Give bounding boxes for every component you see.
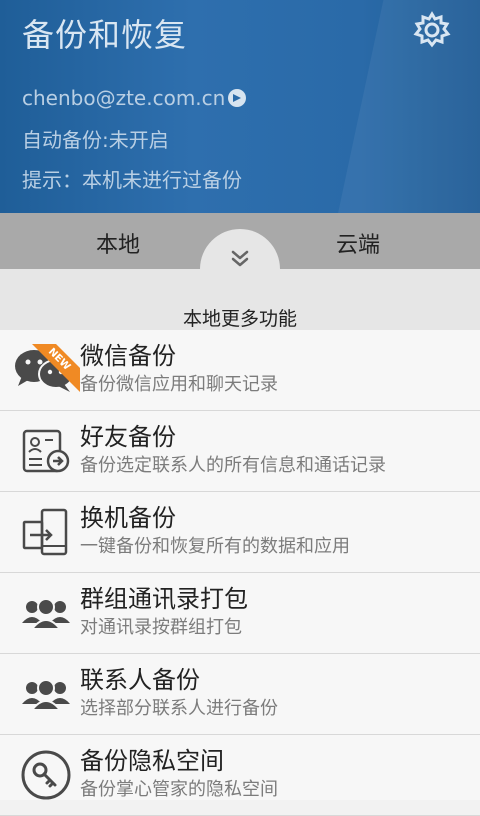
tab-local[interactable]: 本地 [96, 227, 140, 259]
backup-hint: 提示：本机未进行过备份 [22, 168, 242, 192]
contact-card-icon [22, 429, 70, 473]
item-title: 微信备份 [80, 342, 176, 370]
double-chevron-down-icon[interactable] [228, 246, 252, 270]
auto-backup-status: 自动备份:未开启 [22, 128, 169, 152]
page-title: 备份和恢复 [22, 16, 188, 54]
item-subtitle: 备份掌心管家的隐私空间 [80, 779, 278, 800]
item-title: 备份隐私空间 [80, 747, 224, 775]
list-item-phone-switch-backup[interactable]: 换机备份 一键备份和恢复所有的数据和应用 [0, 492, 480, 573]
item-subtitle: 一键备份和恢复所有的数据和应用 [80, 536, 350, 557]
header: 备份和恢复 chenbo@zte.com.cn 自动备份:未开启 提示：本机未进… [0, 0, 480, 213]
phone-transfer-icon [22, 508, 68, 556]
arrow-right-icon [228, 89, 247, 107]
function-list: NEW 微信备份 备份微信应用和聊天记录 好友备份 备份选定联系人的所有信息和通… [0, 330, 480, 816]
item-title: 群组通讯录打包 [80, 585, 248, 613]
account-email-link[interactable]: chenbo@zte.com.cn [22, 86, 247, 110]
key-icon [21, 750, 71, 800]
item-subtitle: 对通讯录按群组打包 [80, 617, 242, 638]
list-item-wechat-backup[interactable]: NEW 微信备份 备份微信应用和聊天记录 [0, 330, 480, 411]
wechat-icon: NEW [15, 344, 80, 392]
list-item-friend-backup[interactable]: 好友备份 备份选定联系人的所有信息和通话记录 [0, 411, 480, 492]
account-email: chenbo@zte.com.cn [22, 86, 226, 110]
list-item-contacts-backup[interactable]: 联系人备份 选择部分联系人进行备份 [0, 654, 480, 735]
item-subtitle: 备份微信应用和聊天记录 [80, 374, 278, 395]
item-title: 好友备份 [80, 423, 176, 451]
contacts-icon [22, 679, 70, 711]
group-icon [22, 598, 70, 630]
item-title: 换机备份 [80, 504, 176, 532]
list-item-group-contacts-pack[interactable]: 群组通讯录打包 对通讯录按群组打包 [0, 573, 480, 654]
item-subtitle: 选择部分联系人进行备份 [80, 698, 278, 719]
list-item-privacy-space-backup[interactable]: 备份隐私空间 备份掌心管家的隐私空间 [0, 735, 480, 816]
more-functions-label: 本地更多功能 [182, 308, 297, 330]
header-sheen [332, 0, 480, 213]
tab-cloud[interactable]: 云端 [336, 227, 380, 259]
gear-icon[interactable] [412, 10, 452, 50]
item-title: 联系人备份 [80, 666, 200, 694]
item-subtitle: 备份选定联系人的所有信息和通话记录 [80, 455, 386, 476]
